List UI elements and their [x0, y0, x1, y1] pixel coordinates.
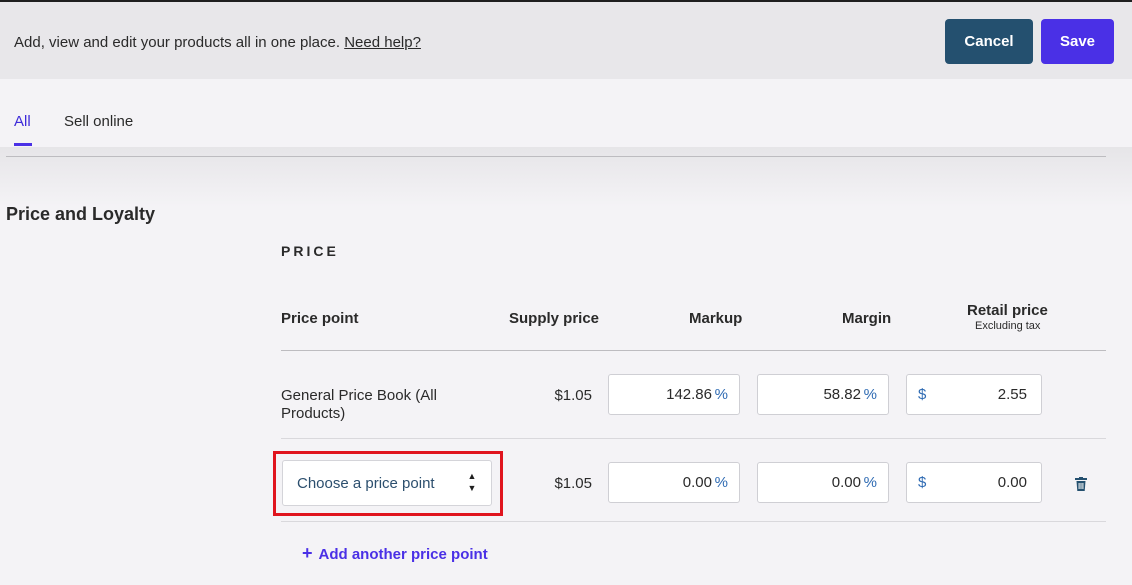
- plus-icon: +: [302, 543, 313, 563]
- row-divider: [281, 438, 1106, 439]
- retail-price-field[interactable]: $ 0.00: [906, 462, 1042, 503]
- retail-price-value: 0.00: [997, 474, 1027, 491]
- save-button[interactable]: Save: [1041, 19, 1114, 64]
- need-help-link[interactable]: Need help?: [344, 34, 421, 51]
- tabs-divider: [6, 156, 1106, 157]
- price-point-name: General Price Book (All Products): [281, 387, 437, 422]
- highlight-box: [273, 451, 503, 516]
- col-supply-price: Supply price: [509, 310, 600, 327]
- supply-price-value: $1.05: [554, 475, 592, 492]
- margin-field[interactable]: 0.00 %: [757, 462, 889, 503]
- col-price-point: Price point: [281, 310, 359, 327]
- cancel-button[interactable]: Cancel: [945, 19, 1033, 64]
- tab-bar: All Sell online: [0, 79, 1132, 147]
- col-markup: Markup: [689, 310, 743, 327]
- currency-symbol: $: [918, 474, 927, 491]
- supply-price-value: $1.05: [554, 387, 592, 404]
- header-description: Add, view and edit your products all in …: [14, 34, 421, 51]
- percent-unit: %: [863, 474, 877, 491]
- active-tab-indicator: [14, 143, 32, 146]
- currency-symbol: $: [918, 386, 927, 403]
- col-retail-price: Retail price: [967, 302, 1048, 319]
- top-bar: Add, view and edit your products all in …: [0, 0, 1132, 79]
- retail-price-value: 2.55: [997, 386, 1027, 403]
- trash-icon[interactable]: [1075, 477, 1087, 491]
- section-title: Price and Loyalty: [6, 204, 156, 224]
- tab-all[interactable]: All: [14, 113, 31, 130]
- markup-value: 142.86: [666, 386, 712, 403]
- add-price-point-label: Add another price point: [318, 546, 488, 563]
- header-divider: [281, 350, 1106, 351]
- percent-unit: %: [714, 386, 728, 403]
- markup-value: 0.00: [682, 474, 712, 491]
- price-heading: PRICE: [281, 243, 339, 259]
- tab-sell-online[interactable]: Sell online: [64, 113, 133, 130]
- col-retail-sub: Excluding tax: [975, 320, 1041, 332]
- margin-value: 0.00: [831, 474, 861, 491]
- row-divider: [281, 521, 1106, 522]
- add-price-point-link[interactable]: + Add another price point: [302, 543, 488, 564]
- retail-price-field[interactable]: $ 2.55: [906, 374, 1042, 415]
- margin-field[interactable]: 58.82 %: [757, 374, 889, 415]
- margin-value: 58.82: [823, 386, 861, 403]
- markup-field[interactable]: 142.86 %: [608, 374, 740, 415]
- percent-unit: %: [714, 474, 728, 491]
- col-margin: Margin: [842, 310, 892, 327]
- percent-unit: %: [863, 386, 877, 403]
- markup-field[interactable]: 0.00 %: [608, 462, 740, 503]
- header-text: Add, view and edit your products all in …: [14, 34, 341, 51]
